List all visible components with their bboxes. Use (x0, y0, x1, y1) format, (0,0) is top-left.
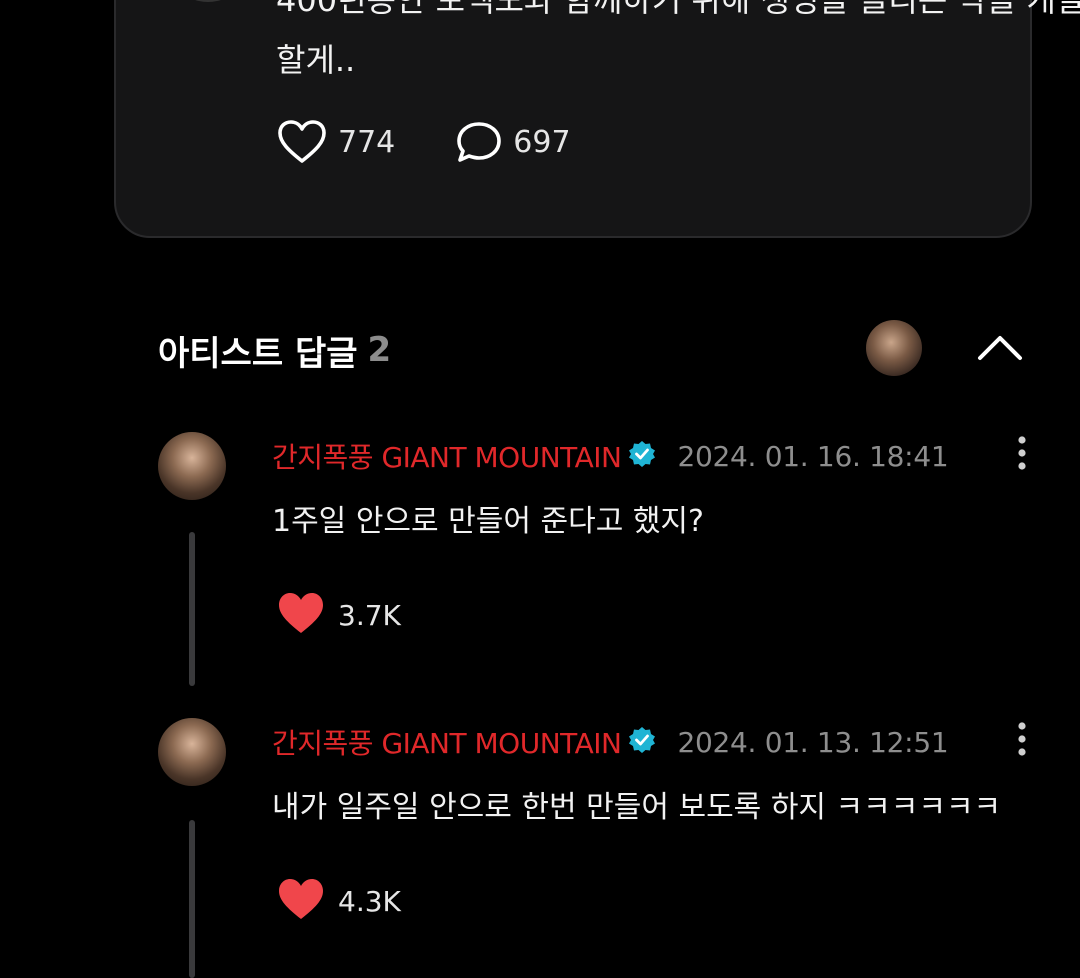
comment-like-count: 3.7K (338, 598, 401, 632)
artist-replies-count: 2 (367, 330, 392, 370)
post-text: 400년동안 보넥도와 함께하기 위해 생명을 늘리는 약을 개발할게.. (276, 0, 1080, 79)
artist-replies-title: 아티스트 답글 (158, 333, 358, 374)
chevron-up-icon (972, 336, 1028, 370)
comment-text: 내가 일주일 안으로 한번 만들어 보도록 하지 ㅋㅋㅋㅋㅋㅋ (272, 790, 1002, 825)
thread-line (189, 532, 195, 686)
verified-badge-icon (627, 439, 657, 473)
comment-timestamp: 2024. 01. 16. 18:41 (677, 439, 949, 473)
post-card: 400년동안 보넥도와 함께하기 위해 생명을 늘리는 약을 개발할게.. 77… (114, 0, 1080, 238)
more-vertical-icon (1010, 722, 1034, 764)
comment-avatar[interactable] (158, 432, 226, 500)
comment-like-button[interactable]: 3.7K (276, 590, 401, 640)
heart-outline-icon (276, 119, 328, 165)
like-button[interactable]: 774 (276, 119, 395, 165)
artist-replies-header: 아티스트 답글 2 (158, 322, 391, 378)
comment-avatar[interactable] (158, 718, 226, 786)
heart-filled-icon (276, 876, 326, 926)
more-vertical-icon (1010, 436, 1034, 478)
post-author-avatar[interactable] (162, 0, 254, 2)
comment-header: 간지폭풍 GIANT MOUNTAIN 2024. 01. 16. 18:41 (272, 434, 949, 478)
comment-timestamp: 2024. 01. 13. 12:51 (677, 725, 949, 759)
comment-like-count: 4.3K (338, 884, 401, 918)
more-options-button[interactable] (1010, 720, 1034, 760)
speech-bubble-icon (455, 120, 503, 164)
artist-avatar[interactable] (866, 320, 922, 376)
like-count: 774 (338, 124, 396, 160)
more-options-button[interactable] (1010, 434, 1034, 474)
comment-author[interactable]: 간지폭풍 GIANT MOUNTAIN (272, 722, 622, 762)
reply-count: 697 (513, 124, 571, 160)
comment-like-button[interactable]: 4.3K (276, 876, 401, 926)
comment-text: 1주일 안으로 만들어 준다고 했지? (272, 504, 704, 539)
post-actions: 774 697 (276, 114, 571, 170)
heart-filled-icon (276, 590, 326, 640)
reply-button[interactable]: 697 (455, 120, 571, 164)
comment-header: 간지폭풍 GIANT MOUNTAIN 2024. 01. 13. 12:51 (272, 720, 949, 764)
collapse-button[interactable] (972, 326, 1028, 366)
comment-author[interactable]: 간지폭풍 GIANT MOUNTAIN (272, 436, 622, 476)
thread-line (189, 820, 195, 978)
verified-badge-icon (627, 725, 657, 759)
